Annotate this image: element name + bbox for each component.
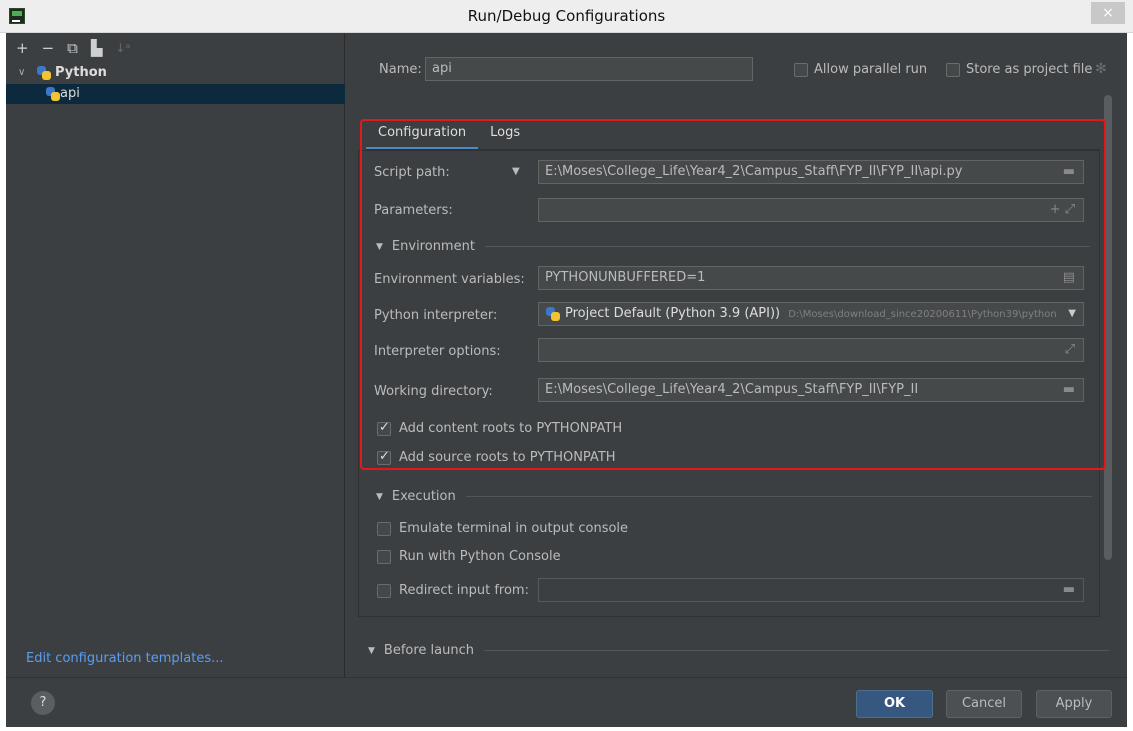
execution-section-title: Execution [391, 489, 456, 504]
add-icon[interactable]: + [16, 39, 29, 57]
help-button[interactable]: ? [31, 691, 55, 715]
allow-parallel-checkbox[interactable] [794, 63, 808, 77]
dialog-body: + − ⧉ ▙ ↓ᵃ ∨ Python api Edit configurati… [6, 33, 1127, 727]
environment-section[interactable]: ▼ Environment [376, 239, 1090, 254]
script-path-field[interactable]: E:\Moses\College_Life\Year4_2\Campus_Sta… [538, 160, 1084, 184]
env-vars-field[interactable]: PYTHONUNBUFFERED=1 ▤ [538, 266, 1084, 290]
store-project-checkbox[interactable] [946, 63, 960, 77]
apply-button[interactable]: Apply [1036, 690, 1112, 718]
redirect-input-label: Redirect input from: [399, 583, 529, 598]
window-title: Run/Debug Configurations [467, 7, 666, 25]
tree-group-label: Python [55, 65, 107, 80]
expand-icon[interactable]: ⤢ [1065, 339, 1075, 361]
tree-toolbar: + − ⧉ ▙ ↓ᵃ [16, 39, 130, 57]
workdir-value: E:\Moses\College_Life\Year4_2\Campus_Sta… [545, 382, 919, 397]
tab-configuration[interactable]: Configuration [366, 120, 479, 150]
interpreter-value: Project Default (Python 3.9 (API)) [565, 306, 781, 321]
folder-icon[interactable]: ▬ [1063, 379, 1075, 401]
remove-icon[interactable]: − [42, 39, 55, 57]
workdir-field[interactable]: E:\Moses\College_Life\Year4_2\Campus_Sta… [538, 378, 1084, 402]
config-tabs: Configuration Logs [366, 120, 532, 150]
before-launch-title: Before launch [383, 643, 475, 658]
name-label: Name: [379, 62, 422, 77]
tree-item-api[interactable]: api [6, 84, 345, 104]
folder-icon[interactable]: ▬ [1063, 161, 1075, 183]
triangle-down-icon: ▼ [368, 645, 375, 656]
python-console-checkbox[interactable] [377, 550, 391, 564]
store-project-label: Store as project file [966, 62, 1093, 77]
edit-templates-link[interactable]: Edit configuration templates... [26, 651, 224, 666]
vertical-scrollbar[interactable] [1104, 95, 1112, 560]
tree-item-label: api [60, 86, 80, 101]
emulate-terminal-label: Emulate terminal in output console [399, 521, 629, 536]
redirect-input-checkbox[interactable] [377, 584, 391, 598]
execution-section[interactable]: ▼ Execution [376, 489, 1092, 504]
dialog-footer: ? OK Cancel Apply [6, 677, 1127, 727]
gear-icon[interactable]: ✻ [1095, 61, 1107, 77]
python-icon [37, 66, 51, 80]
section-divider [465, 496, 1092, 497]
chevron-down-icon[interactable]: ▼ [1061, 303, 1083, 325]
interp-options-field[interactable]: ⤢ [538, 338, 1084, 362]
content-roots-label: Add content roots to PYTHONPATH [399, 421, 623, 436]
parameters-label: Parameters: [374, 203, 453, 218]
triangle-down-icon: ▼ [376, 491, 383, 502]
source-roots-checkbox[interactable] [377, 449, 391, 465]
expand-icon[interactable]: + ⤢ [1050, 199, 1075, 221]
env-vars-value: PYTHONUNBUFFERED=1 [545, 270, 706, 285]
python-icon [46, 87, 60, 101]
new-folder-icon[interactable]: ▙ [91, 39, 103, 57]
section-divider [484, 650, 1110, 651]
close-button[interactable]: × [1091, 2, 1125, 24]
script-path-label: Script path: [374, 165, 450, 180]
interpreter-label: Python interpreter: [374, 308, 498, 323]
workdir-label: Working directory: [374, 384, 493, 399]
name-input[interactable]: api [425, 57, 753, 81]
environment-section-title: Environment [391, 239, 475, 254]
chevron-down-icon[interactable]: ∨ [18, 63, 25, 83]
sort-icon[interactable]: ↓ᵃ [115, 39, 130, 57]
folder-icon: ▬ [1062, 582, 1075, 597]
section-divider [484, 246, 1090, 247]
source-roots-label: Add source roots to PYTHONPATH [399, 450, 616, 465]
redirect-input-field: ▬ [538, 578, 1084, 602]
ok-button[interactable]: OK [856, 690, 933, 718]
before-launch-section[interactable]: ▼ Before launch [368, 643, 1110, 658]
python-icon [546, 307, 560, 321]
title-bar: Run/Debug Configurations × [0, 0, 1133, 33]
copy-icon[interactable]: ⧉ [67, 39, 78, 57]
interpreter-path: D:\Moses\download_since20200611\Python39… [788, 309, 1057, 320]
tree-group-python[interactable]: ∨ Python [6, 63, 345, 83]
python-console-label: Run with Python Console [399, 549, 561, 564]
env-vars-label: Environment variables: [374, 272, 525, 287]
config-editor-panel: Name: api Allow parallel run Store as pr… [346, 33, 1127, 677]
cancel-button[interactable]: Cancel [946, 690, 1022, 718]
interpreter-select[interactable]: Project Default (Python 3.9 (API)) D:\Mo… [538, 302, 1084, 326]
tab-logs[interactable]: Logs [478, 120, 532, 150]
triangle-down-icon: ▼ [376, 241, 383, 252]
config-tree-panel: + − ⧉ ▙ ↓ᵃ ∨ Python api Edit configurati… [6, 33, 345, 677]
interp-options-label: Interpreter options: [374, 344, 501, 359]
allow-parallel-label: Allow parallel run [814, 62, 928, 77]
parameters-field[interactable]: + ⤢ [538, 198, 1084, 222]
script-path-value: E:\Moses\College_Life\Year4_2\Campus_Sta… [545, 164, 963, 179]
script-type-dropdown-icon[interactable]: ▼ [512, 166, 520, 177]
content-roots-checkbox[interactable] [377, 420, 391, 436]
emulate-terminal-checkbox[interactable] [377, 522, 391, 536]
browse-icon[interactable]: ▤ [1063, 267, 1075, 289]
